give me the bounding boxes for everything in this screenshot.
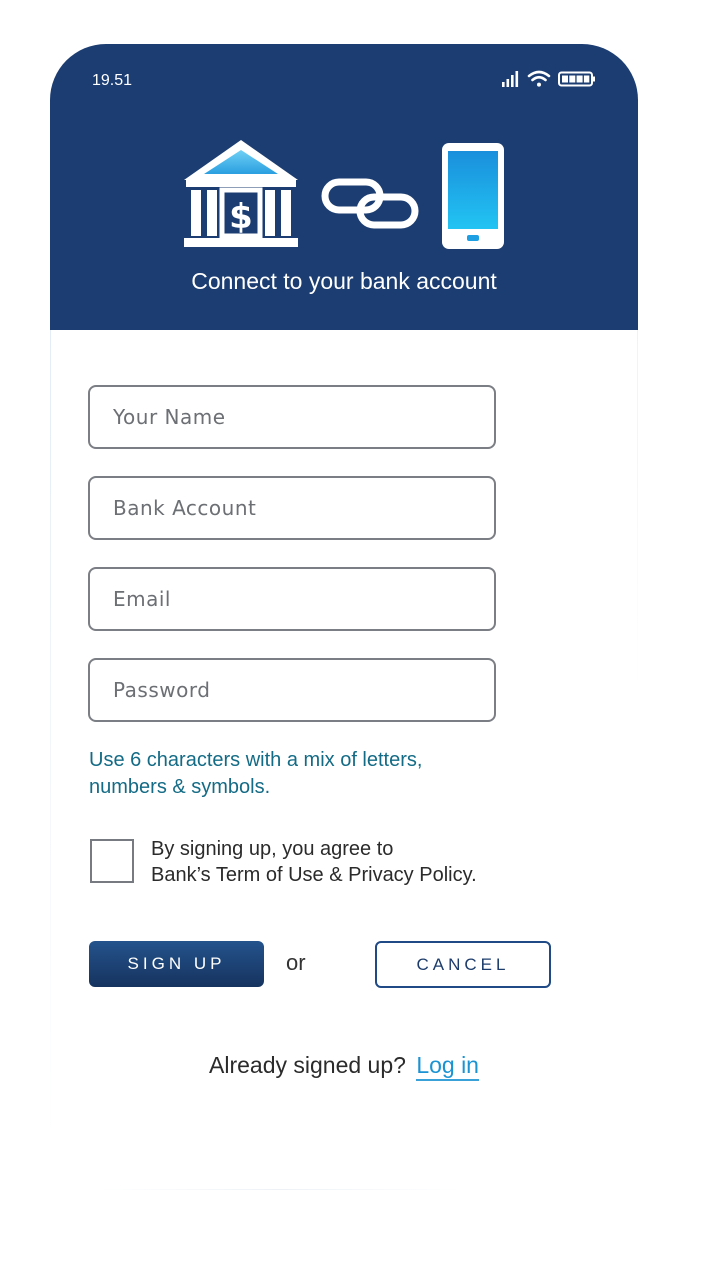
bank-icon: $ [184,140,298,247]
cancel-button[interactable]: CANCEL [375,941,551,988]
signal-icon [502,71,519,87]
header-banner: 19.51 $ Connect to your bank account [50,44,638,330]
battery-icon [558,71,595,87]
password-input[interactable] [90,660,494,720]
terms-checkbox[interactable] [90,839,134,883]
signup-button[interactable]: SIGN UP [89,941,264,987]
login-link[interactable]: Log in [416,1052,479,1081]
email-field[interactable] [88,567,496,631]
svg-text:$: $ [229,197,253,237]
already-signed-up-text: Already signed up? [209,1052,406,1078]
phone-edge [100,1189,460,1190]
password-hint-line: numbers & symbols. [89,776,271,798]
or-separator: or [286,950,306,975]
bank-account-field[interactable] [88,476,496,540]
bank-account-input[interactable] [90,478,494,538]
terms-line: By signing up, you agree to [151,838,394,860]
phone-edge [50,330,51,1140]
status-time: 19.51 [92,72,133,89]
smartphone-icon [442,143,504,249]
password-field[interactable] [88,658,496,722]
phone-edge [637,330,638,690]
status-icons [498,70,598,88]
chain-link-icon [321,178,419,229]
name-input[interactable] [90,387,494,447]
terms-agreement-text: By signing up, you agree to Bank’s Term … [151,836,491,888]
name-field[interactable] [88,385,496,449]
terms-line: Bank’s Term of Use & Privacy Policy. [151,864,477,886]
password-hint: Use 6 characters with a mix of letters, … [89,747,469,801]
password-hint-line: Use 6 characters with a mix of letters, [89,749,423,771]
connect-illustration: $ [184,140,504,249]
wifi-icon [527,70,551,87]
login-prompt: Already signed up? Log in [50,1052,638,1081]
email-input[interactable] [90,569,494,629]
header-title: Connect to your bank account [191,268,497,294]
